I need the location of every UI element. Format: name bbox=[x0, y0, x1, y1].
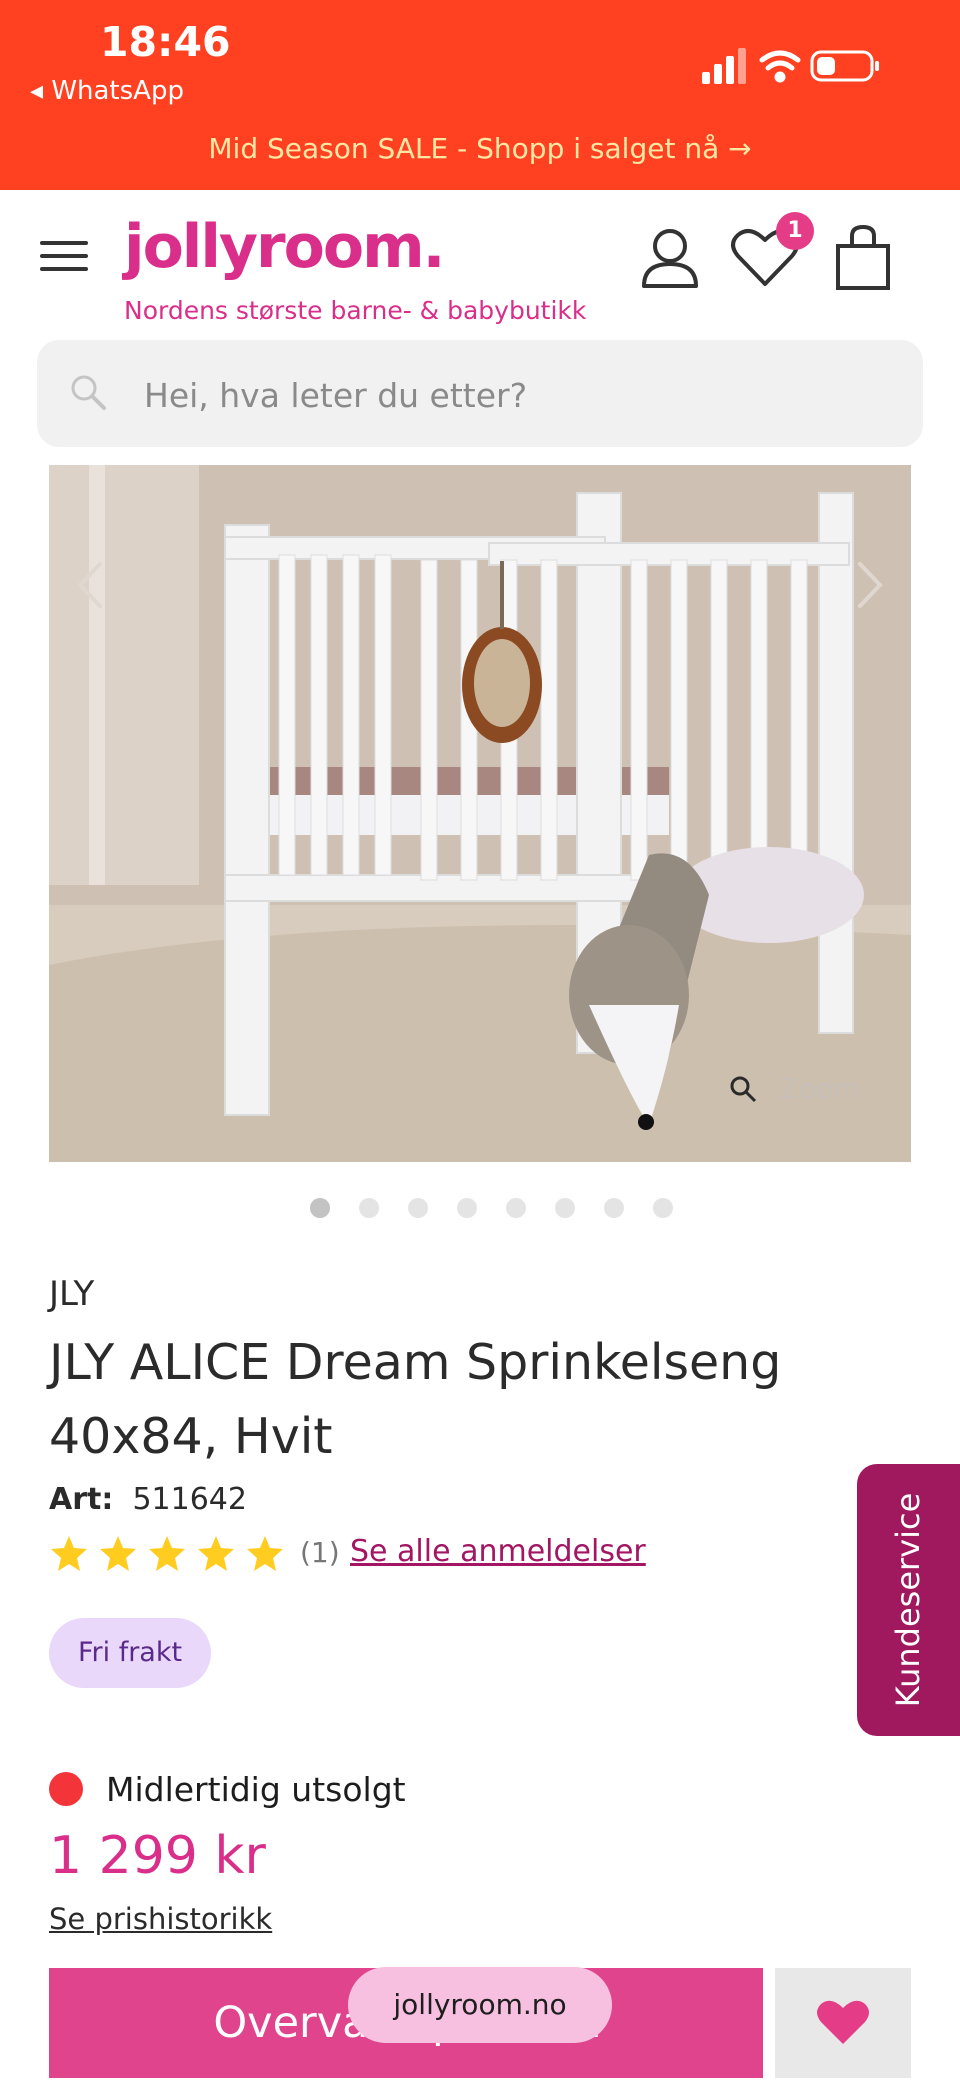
battery-icon bbox=[810, 50, 879, 82]
free-shipping-badge: Fri frakt bbox=[49, 1618, 211, 1688]
pagination-dot[interactable] bbox=[506, 1198, 526, 1218]
rating-stars bbox=[51, 1536, 283, 1571]
account-icon[interactable] bbox=[640, 226, 700, 290]
zoom-icon[interactable] bbox=[728, 1074, 758, 1104]
status-icons bbox=[702, 48, 879, 84]
previous-image-arrow-icon[interactable] bbox=[70, 560, 110, 610]
see-all-reviews-link[interactable]: Se alle anmeldelser bbox=[350, 1534, 646, 1569]
star-icon bbox=[51, 1536, 87, 1571]
pagination-dot[interactable] bbox=[457, 1198, 477, 1218]
star-icon bbox=[149, 1536, 185, 1571]
back-to-whatsapp-link[interactable]: ◂ WhatsApp bbox=[30, 76, 184, 106]
customer-service-label: Kundeservice bbox=[889, 1492, 927, 1708]
pagination-dot[interactable] bbox=[604, 1198, 624, 1218]
price-history-link[interactable]: Se prishistorikk bbox=[49, 1902, 272, 1936]
pagination-dot[interactable] bbox=[408, 1198, 428, 1218]
gallery-pagination bbox=[300, 1198, 680, 1220]
pagination-dot[interactable] bbox=[555, 1198, 575, 1218]
hamburger-menu-icon[interactable] bbox=[40, 240, 88, 272]
add-to-wishlist-button[interactable] bbox=[775, 1968, 911, 2078]
wifi-icon bbox=[759, 50, 801, 83]
customer-service-tab[interactable]: Kundeservice bbox=[857, 1464, 960, 1736]
search-icon bbox=[71, 375, 106, 410]
product-price: 1 299 kr bbox=[49, 1826, 266, 1886]
star-icon bbox=[198, 1536, 234, 1571]
next-image-arrow-icon[interactable] bbox=[850, 560, 890, 610]
out-of-stock-indicator bbox=[49, 1772, 83, 1806]
pagination-dot[interactable] bbox=[310, 1198, 330, 1218]
promo-banner[interactable]: Mid Season SALE - Shopp i salget nå → bbox=[0, 132, 960, 165]
heart-icon bbox=[817, 2000, 869, 2044]
review-count: (1) bbox=[300, 1536, 340, 1569]
jollyroom-logo[interactable]: jollyroom. bbox=[124, 212, 445, 282]
stock-status: Midlertidig utsolgt bbox=[106, 1770, 406, 1809]
crib-photo bbox=[49, 465, 911, 1162]
shopping-bag-icon[interactable] bbox=[834, 224, 892, 292]
article-label: Art: bbox=[49, 1482, 114, 1517]
product-title: JLY ALICE Dream Sprinkelseng 40x84, Hvit bbox=[49, 1334, 782, 1465]
logo-tagline: Nordens største barne- & babybutikk bbox=[124, 296, 587, 325]
status-time: 18:46 bbox=[100, 18, 231, 66]
signal-icon bbox=[702, 48, 746, 84]
product-image[interactable] bbox=[49, 465, 911, 1162]
article-number: Art: 511642 bbox=[49, 1482, 247, 1517]
browser-url-pill[interactable]: jollyroom.no bbox=[348, 1967, 612, 2043]
product-brand[interactable]: JLY bbox=[49, 1274, 94, 1314]
search-input[interactable] bbox=[142, 372, 886, 418]
pagination-dot[interactable] bbox=[359, 1198, 379, 1218]
pagination-dot[interactable] bbox=[653, 1198, 673, 1218]
star-icon bbox=[247, 1536, 283, 1571]
article-value: 511642 bbox=[132, 1482, 247, 1517]
star-icon bbox=[100, 1536, 136, 1571]
wishlist-count-badge: 1 bbox=[776, 212, 814, 250]
zoom-label[interactable]: Zoom bbox=[780, 1072, 861, 1105]
